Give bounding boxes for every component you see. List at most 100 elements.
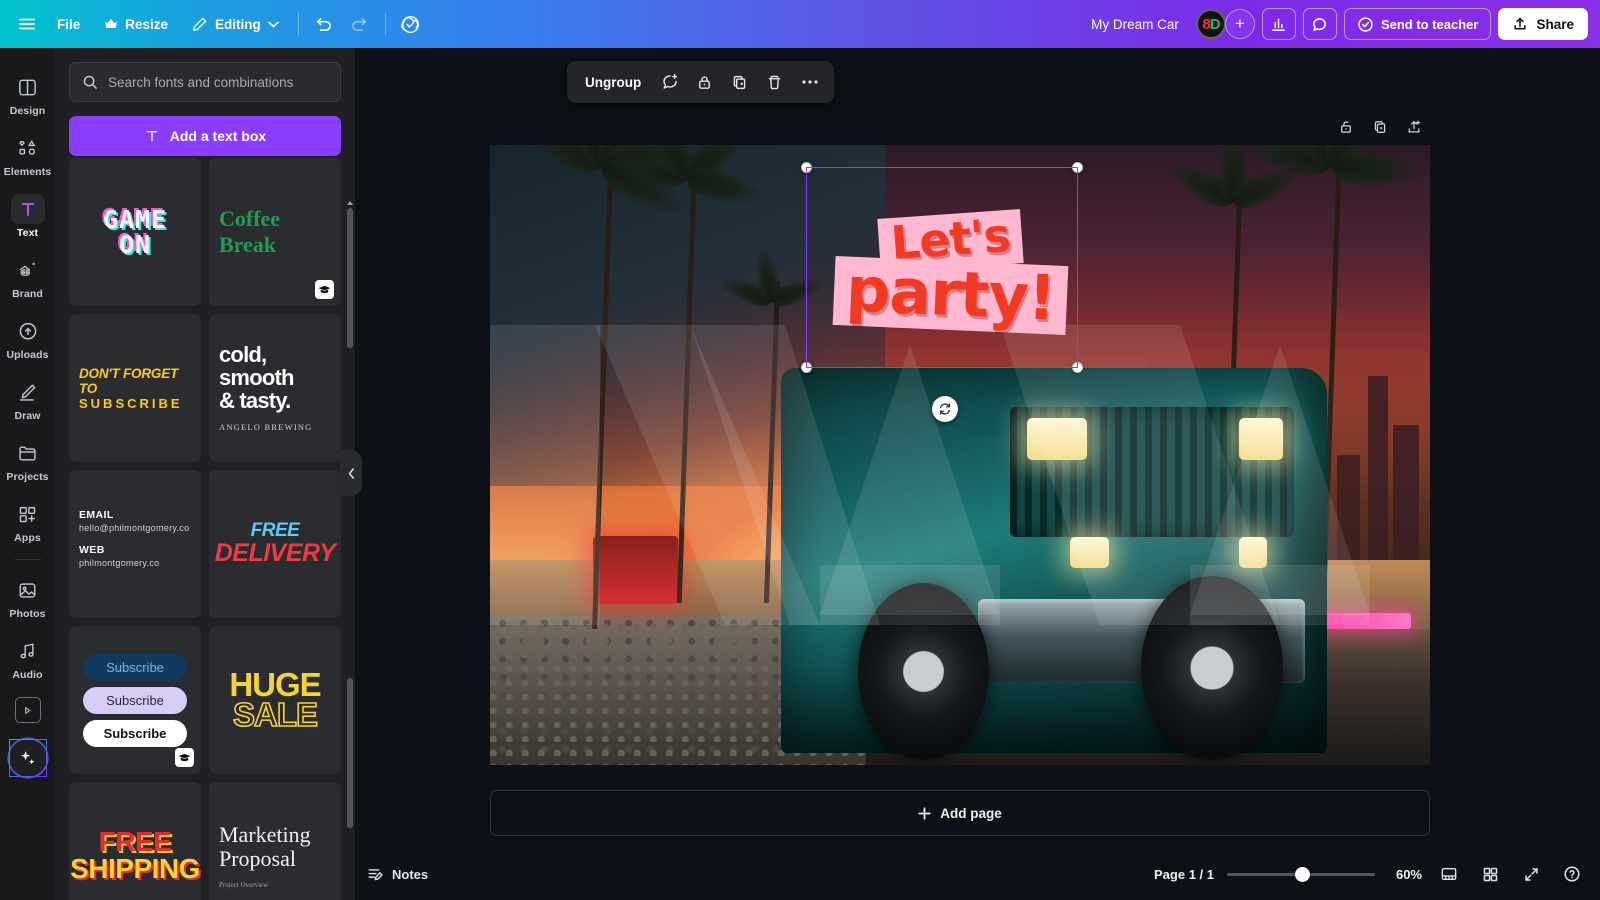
zoom-slider-knob[interactable]: [1295, 866, 1311, 882]
hamburger-icon: [17, 14, 37, 34]
bar-chart-icon: [1270, 16, 1287, 33]
send-to-teacher-button[interactable]: Send to teacher: [1343, 8, 1492, 40]
add-page-label: Add page: [940, 805, 1002, 821]
add-text-box-label: Add a text box: [169, 128, 267, 144]
panel-scroll-up-arrow[interactable]: [346, 200, 354, 208]
template-line: Subscribe: [83, 719, 187, 747]
rotate-handle[interactable]: [931, 396, 958, 423]
canva-editor-window: File Resize Editing My Dream Car 8 D + S…: [0, 0, 1600, 900]
sidebar-item-uploads[interactable]: Uploads: [0, 308, 55, 369]
template-art-huge-sale: HUGE SALE: [229, 667, 321, 732]
panel-scrollbar-thumb[interactable]: [347, 208, 353, 348]
canvas-action-icons: [1332, 113, 1428, 141]
panel-collapse-button[interactable]: [340, 450, 362, 496]
editing-mode-button[interactable]: Editing: [181, 8, 290, 40]
sidebar-item-elements[interactable]: Elements: [0, 125, 55, 186]
grid-view-button[interactable]: [1435, 860, 1463, 888]
text-T-icon: [10, 194, 45, 224]
rotate-icon: [938, 402, 952, 416]
redo-button[interactable]: [343, 8, 377, 40]
comment-icon: [1311, 16, 1328, 33]
design-canvas[interactable]: Let's party!: [490, 145, 1430, 765]
undo-button[interactable]: [307, 8, 341, 40]
object-toolbar: Ungroup: [567, 61, 835, 103]
redo-icon: [350, 15, 369, 34]
sidebar-label-photos: Photos: [9, 608, 46, 620]
sidebar-item-brand[interactable]: Brand: [0, 247, 55, 308]
share-label: Share: [1536, 16, 1574, 32]
sidebar-label-uploads: Uploads: [6, 349, 49, 361]
magic-assistant-button[interactable]: [8, 739, 47, 777]
resize-button[interactable]: Resize: [93, 8, 179, 40]
pages-grid-button[interactable]: [1476, 860, 1504, 888]
template-line: DON'T FORGET TO: [79, 365, 179, 396]
delete-button[interactable]: [759, 67, 790, 98]
video-button[interactable]: [14, 697, 41, 723]
sidebar-item-projects[interactable]: Projects: [0, 430, 55, 491]
page-duplicate-button[interactable]: [1366, 113, 1394, 141]
text-template-card[interactable]: Coffee Break: [209, 158, 341, 306]
search-box[interactable]: [69, 62, 341, 102]
sidebar-label-projects: Projects: [6, 471, 49, 483]
folder-icon: [11, 438, 45, 468]
template-subline: Project Overview: [219, 881, 269, 890]
add-text-box-button[interactable]: Add a text box: [69, 116, 341, 156]
panel-scrollbar-thumb-lower[interactable]: [347, 678, 353, 828]
zoom-level-value[interactable]: 60%: [1388, 867, 1422, 882]
template-scroll-area[interactable]: GAME ON Coffee Break DON'T FORGET TO SUB…: [55, 158, 355, 900]
text-template-card[interactable]: Subscribe Subscribe Subscribe: [69, 626, 201, 774]
graduation-cap-icon: [315, 280, 334, 299]
comments-button[interactable]: [1302, 8, 1337, 40]
sidebar-item-apps[interactable]: Apps: [0, 491, 55, 552]
send-to-teacher-label: Send to teacher: [1380, 16, 1479, 32]
avatar[interactable]: 8D: [1195, 9, 1226, 39]
cloud-save-status-button[interactable]: [394, 8, 428, 40]
more-options-button[interactable]: [794, 67, 825, 98]
crown-icon: [104, 18, 118, 30]
share-button[interactable]: Share: [1498, 8, 1588, 40]
add-collaborator-button[interactable]: +: [1224, 9, 1255, 39]
add-page-button[interactable]: Add page: [490, 790, 1430, 836]
graduation-cap-icon: [175, 748, 194, 767]
undo-icon: [314, 15, 333, 34]
search-input[interactable]: [108, 74, 328, 90]
page-lock-button[interactable]: [1332, 113, 1360, 141]
plus-icon: +: [1234, 14, 1245, 33]
text-template-card[interactable]: EMAIL hello@philmontgomery.co WEB philmo…: [69, 470, 201, 618]
template-subline: ANGELO BREWING: [219, 421, 313, 432]
notes-button[interactable]: Notes: [367, 866, 428, 883]
text-template-card[interactable]: FREE DELIVERY: [209, 470, 341, 618]
photo-icon: [11, 575, 45, 605]
hamburger-menu-button[interactable]: [10, 8, 44, 40]
add-comment-button[interactable]: [654, 67, 685, 98]
fullscreen-button[interactable]: [1517, 860, 1545, 888]
text-template-card[interactable]: FREE SHIPPING: [69, 782, 201, 900]
ungroup-button[interactable]: Ungroup: [576, 75, 650, 90]
template-line: cold,: [219, 342, 267, 368]
file-menu-button[interactable]: File: [46, 8, 91, 40]
notes-icon: [367, 866, 384, 883]
help-button[interactable]: [1558, 860, 1586, 888]
sidebar-item-draw[interactable]: Draw: [0, 369, 55, 430]
search-wrapper: [55, 48, 355, 110]
video-icon: [21, 704, 34, 717]
lock-button[interactable]: [689, 67, 720, 98]
page-export-button[interactable]: [1400, 113, 1428, 141]
text-template-card[interactable]: HUGE SALE: [209, 626, 341, 774]
sidebar-item-text[interactable]: Text: [0, 186, 55, 247]
more-dots-icon: [801, 79, 819, 85]
text-template-card[interactable]: cold, smooth & tasty. ANGELO BREWING: [209, 314, 341, 462]
sidebar-item-audio[interactable]: Audio: [0, 628, 55, 689]
insights-button[interactable]: [1261, 8, 1296, 40]
text-template-card[interactable]: GAME ON: [69, 158, 201, 306]
chevron-down-icon: [267, 21, 279, 28]
text-template-card[interactable]: DON'T FORGET TO SUBSCRIBE: [69, 314, 201, 462]
zoom-slider[interactable]: [1227, 866, 1375, 882]
template-line: SUBSCRIBE: [79, 395, 183, 411]
template-line: Subscribe: [83, 653, 187, 681]
sidebar-item-design[interactable]: Design: [0, 64, 55, 125]
text-template-card[interactable]: Marketing Proposal Project Overview: [209, 782, 341, 900]
duplicate-button[interactable]: [724, 67, 755, 98]
sidebar-item-photos[interactable]: Photos: [0, 567, 55, 628]
document-title[interactable]: My Dream Car: [1081, 17, 1189, 32]
